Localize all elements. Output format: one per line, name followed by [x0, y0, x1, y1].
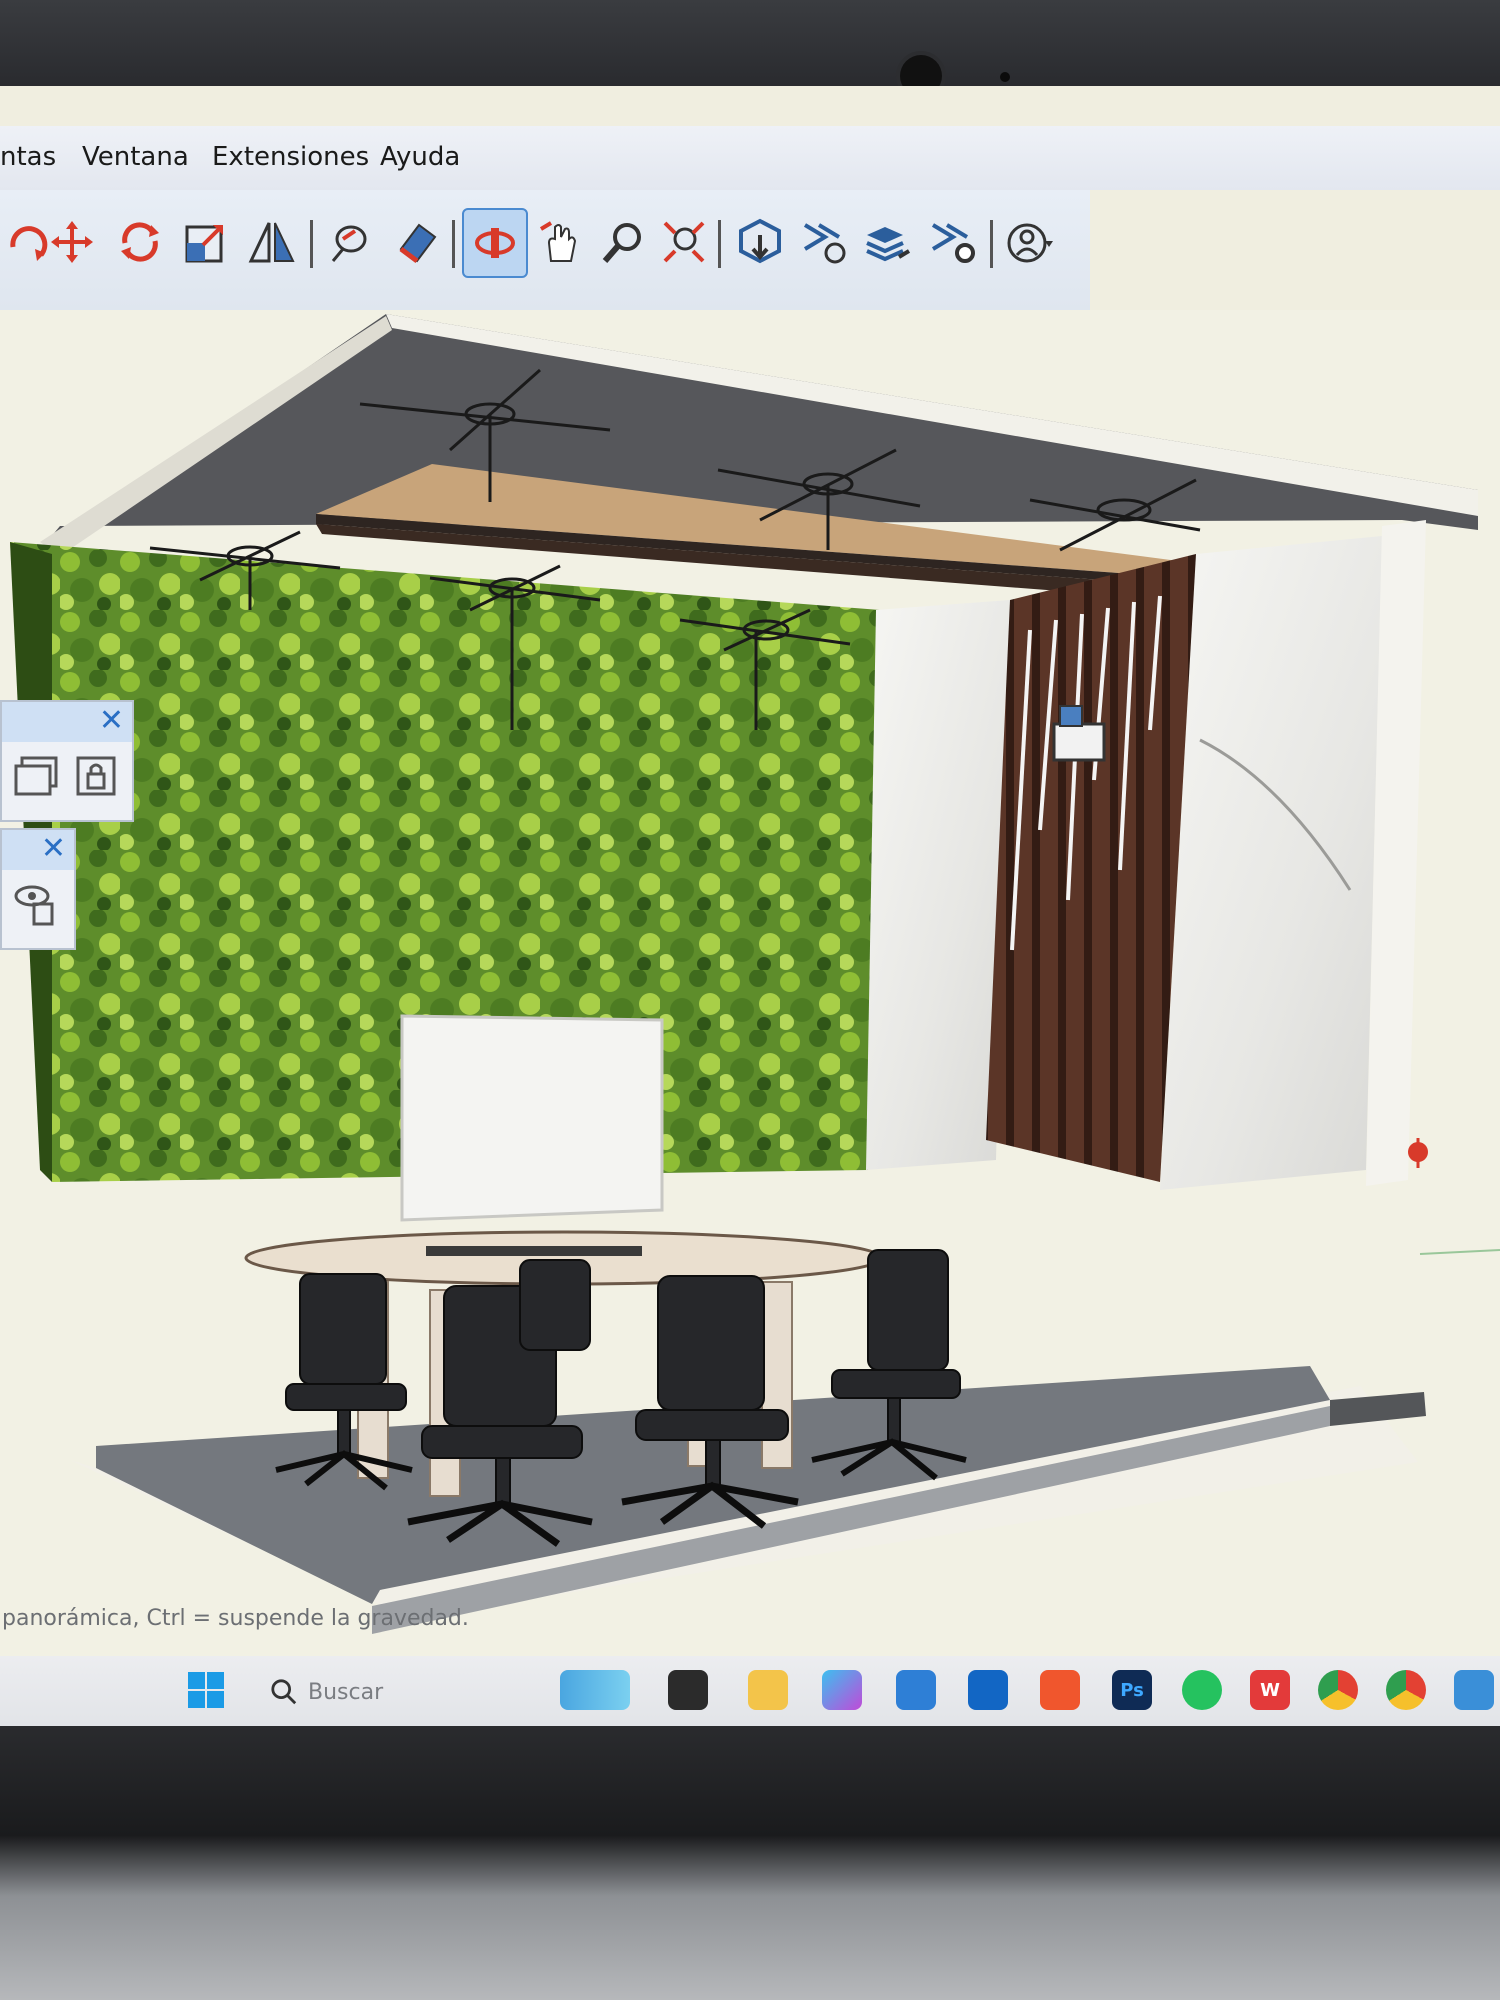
taskbar-search[interactable]: Buscar [270, 1670, 470, 1714]
photoshop-icon[interactable]: Ps [1112, 1670, 1152, 1710]
menu-bar: ntas Ventana Extensiones Ayuda [0, 126, 1500, 190]
flip-icon[interactable] [242, 212, 302, 272]
close-icon[interactable]: ✕ [99, 704, 124, 738]
3d-viewport[interactable]: ✕ ✕ [0, 310, 1500, 1700]
windows-start-icon[interactable] [186, 1670, 226, 1710]
webcam-led [1000, 72, 1010, 82]
menu-item-ventana[interactable]: Ventana [82, 142, 189, 172]
menu-item-herramientas[interactable]: ntas [0, 142, 56, 172]
toolbar-separator [718, 220, 721, 268]
toolbar-separator [990, 220, 993, 268]
search-icon [271, 1679, 297, 1705]
panel-titlebar: ✕ [2, 830, 74, 870]
toolbar [0, 190, 1090, 312]
paint-bucket-icon[interactable] [320, 212, 380, 272]
screen: ntas Ventana Extensiones Ayuda ✕ ✕ panor… [0, 86, 1500, 1726]
pan-icon[interactable] [530, 212, 590, 272]
whatsapp-icon[interactable] [1182, 1670, 1222, 1710]
search-placeholder: Buscar [308, 1679, 384, 1705]
menu-item-ayuda[interactable]: Ayuda [380, 142, 460, 172]
chrome-profile-icon[interactable] [1386, 1670, 1426, 1710]
wps-office-icon[interactable]: W [1250, 1670, 1290, 1710]
layers-upload-icon[interactable] [858, 212, 918, 272]
zoom-extents-icon[interactable] [654, 212, 714, 272]
copilot-icon[interactable] [822, 1670, 862, 1710]
laptop-bezel-bottom [0, 1726, 1500, 2000]
toolbar-separator [452, 220, 455, 268]
eye-icon[interactable] [12, 880, 60, 928]
store-icon[interactable] [896, 1670, 936, 1710]
toolbar-separator [310, 220, 313, 268]
menu-item-extensiones[interactable]: Extensiones [212, 142, 369, 172]
component-window-icon[interactable] [12, 752, 60, 800]
scale-icon[interactable] [176, 212, 236, 272]
floating-panel-visibility: ✕ [0, 828, 76, 950]
outlook-icon[interactable] [968, 1670, 1008, 1710]
orbit-icon[interactable] [462, 208, 528, 278]
marble-wall-left-section [866, 600, 1010, 1170]
file-explorer-icon[interactable] [748, 1670, 788, 1710]
status-hint: panorámica, Ctrl = suspende la gravedad. [2, 1606, 469, 1631]
marble-wall-right-section [1160, 536, 1382, 1190]
whiteboard [400, 1014, 664, 1222]
zoom-icon[interactable] [594, 212, 654, 272]
status-bar: panorámica, Ctrl = suspende la gravedad. [0, 1606, 1500, 1656]
task-view-icon[interactable] [668, 1670, 708, 1710]
component-share-icon[interactable] [794, 212, 854, 272]
panel-titlebar: ✕ [2, 702, 132, 742]
layers-settings-icon[interactable] [924, 212, 984, 272]
widgets-icon[interactable] [560, 1670, 630, 1710]
floating-panel-components: ✕ [0, 700, 134, 822]
meeting-room-model [10, 314, 1500, 1634]
close-icon[interactable]: ✕ [41, 832, 66, 866]
chrome-icon[interactable] [1318, 1670, 1358, 1710]
account-icon[interactable] [1000, 212, 1060, 272]
axis-marker-icon [1408, 1138, 1428, 1168]
component-download-icon[interactable] [730, 212, 790, 272]
taskbar: Buscar Ps W [0, 1656, 1500, 1726]
rotate-arrows-icon[interactable] [110, 212, 170, 272]
brave-icon[interactable] [1040, 1670, 1080, 1710]
eraser-icon[interactable] [386, 212, 446, 272]
sketchup-icon[interactable] [1454, 1670, 1494, 1710]
lock-icon[interactable] [72, 752, 120, 800]
move-icon[interactable] [42, 212, 102, 272]
